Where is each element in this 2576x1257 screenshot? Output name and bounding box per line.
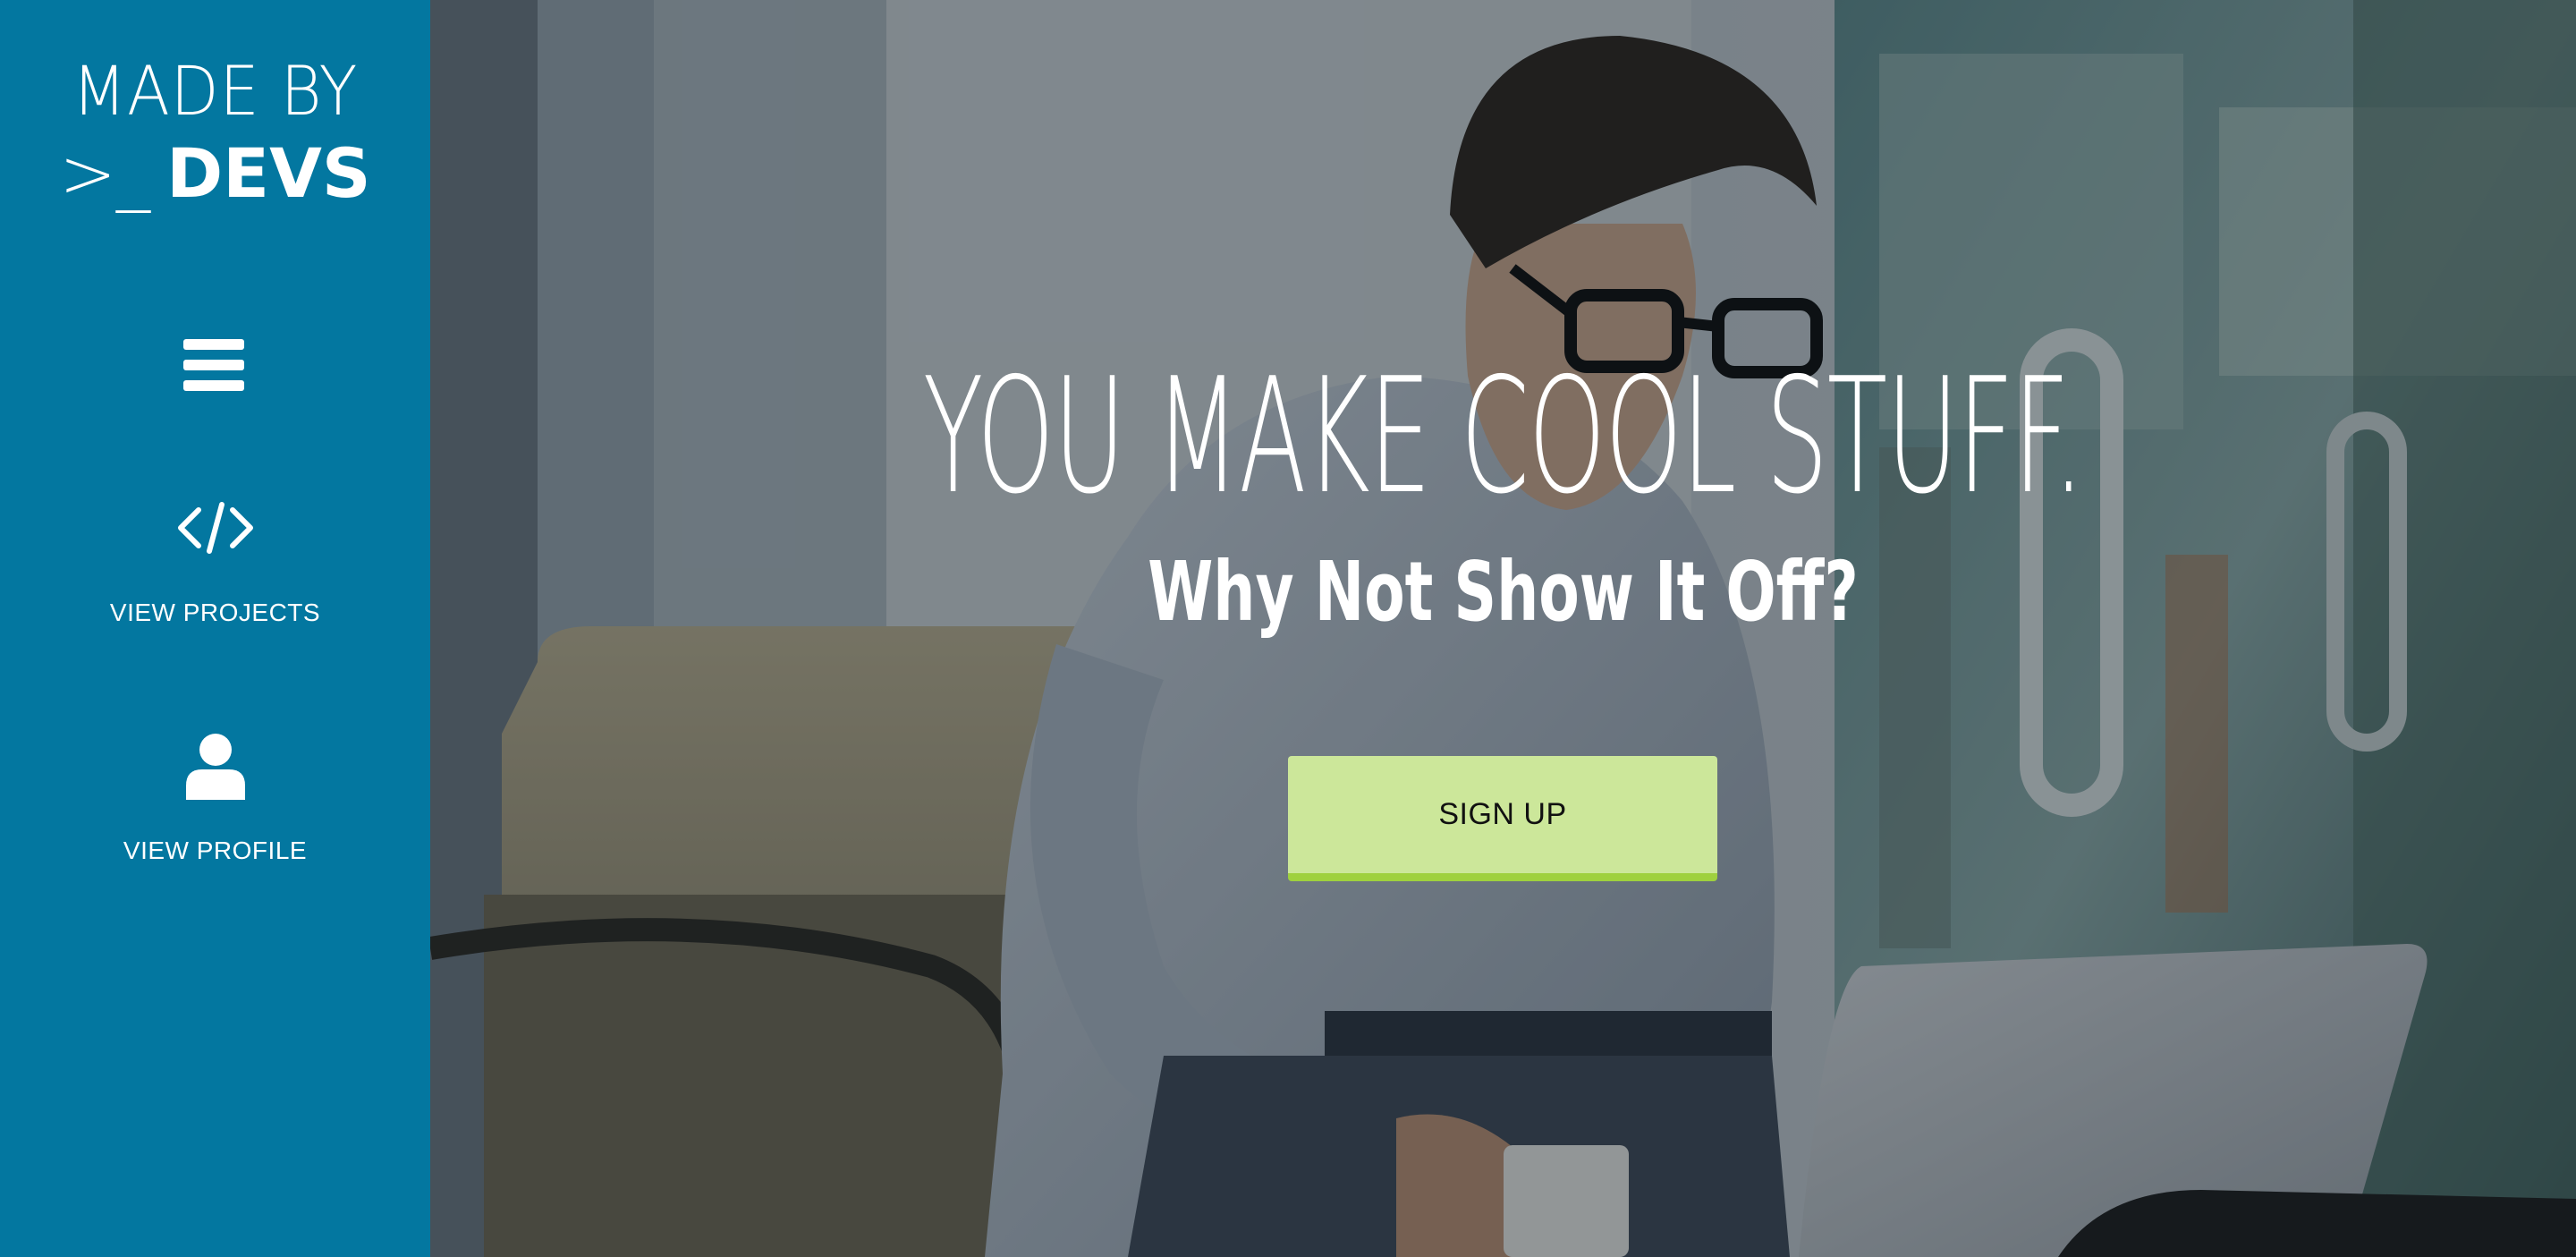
nav-view-projects[interactable]: VIEW PROJECTS <box>0 501 430 653</box>
logo[interactable]: MADE BY >_ DEVS <box>0 52 430 215</box>
hamburger-icon[interactable] <box>183 339 244 391</box>
nav-label-projects: VIEW PROJECTS <box>109 599 321 626</box>
nav-view-profile[interactable]: VIEW PROFILE <box>0 732 430 884</box>
code-icon <box>177 502 253 554</box>
user-icon <box>185 734 245 800</box>
logo-line1: MADE BY <box>72 51 359 131</box>
sidebar: MADE BY >_DEVS VIEW PROJECTS VIEW PROFI <box>0 0 430 1257</box>
logo-prompt: >_ <box>59 133 151 213</box>
logo-line2: >_ DEVS <box>0 132 430 215</box>
logo-brand: DEVS <box>166 133 371 213</box>
page: MADE BY >_DEVS VIEW PROJECTS VIEW PROFI <box>0 0 2576 1257</box>
hero-subheadline: Why Not Show It Off? <box>1148 544 1859 640</box>
nav-label-profile: VIEW PROFILE <box>123 837 308 864</box>
sign-up-button[interactable]: SIGN UP <box>1288 756 1717 881</box>
hero-headline: YOU MAKE COOL STUFF. <box>922 344 2084 529</box>
hero: YOU MAKE COOL STUFF. Why Not Show It Off… <box>430 0 2576 1257</box>
